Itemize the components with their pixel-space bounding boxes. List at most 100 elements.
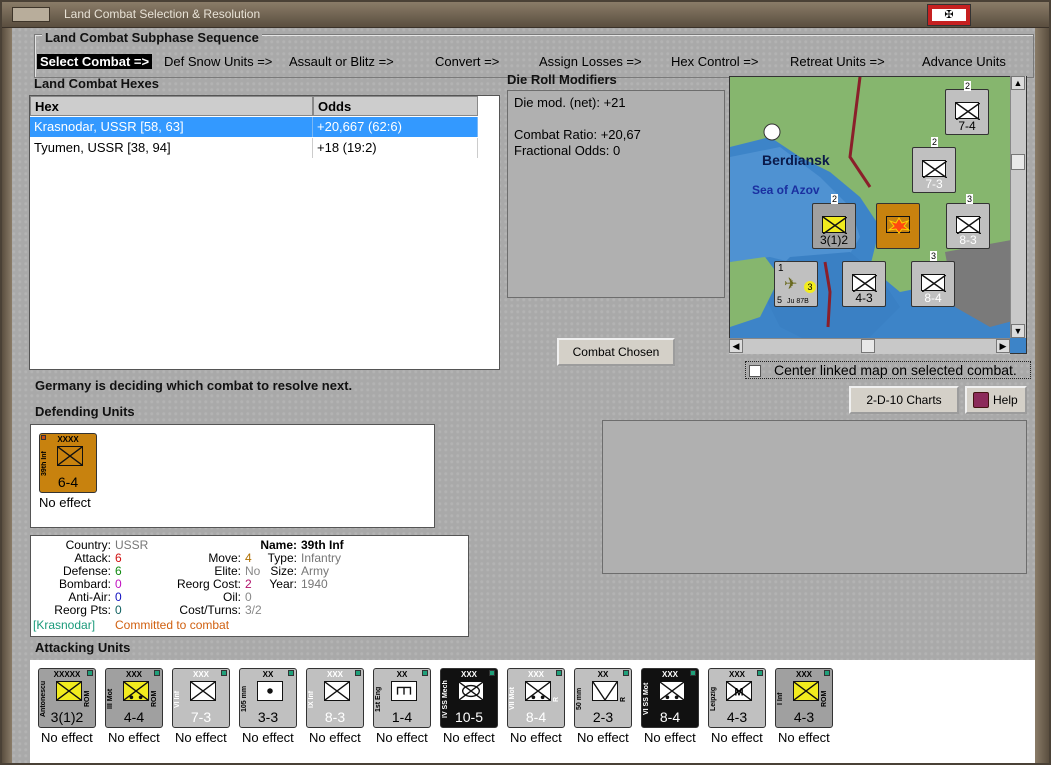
yellow-icon xyxy=(56,681,82,701)
step-hex-control[interactable]: Hex Control => xyxy=(671,54,758,69)
step-select-combat[interactable]: Select Combat => xyxy=(37,54,153,69)
odds-cell: +18 (19:2) xyxy=(313,138,478,158)
charts-button[interactable]: 2-D-10 Charts xyxy=(849,386,959,414)
unit-detail-panel: Country: USSR Attack: 6 Defense: 6 Bomba… xyxy=(30,535,469,637)
checkbox-icon[interactable] xyxy=(749,365,761,377)
map-city-label: Berdiansk xyxy=(762,152,830,168)
content-area: Land Combat Subphase Sequence Select Com… xyxy=(12,28,1035,763)
unit-symbol-icon xyxy=(852,274,878,293)
attacking-unit-counter[interactable]: XXX IX Inf 8-3 xyxy=(306,668,364,728)
help-button[interactable]: Help xyxy=(965,386,1027,414)
defending-unit-counter[interactable]: XXXX 39th Inf 6-4 xyxy=(39,433,97,493)
unit-effect: No effect xyxy=(376,730,428,745)
step-retreat-units[interactable]: Retreat Units => xyxy=(790,54,885,69)
step-advance-units[interactable]: Advance Units xyxy=(922,54,1006,69)
table-row[interactable]: Krasnodar, USSR [58, 63] +20,667 (62:6) xyxy=(30,117,478,137)
unit-strength: 10-5 xyxy=(454,709,484,725)
step-convert[interactable]: Convert => xyxy=(435,54,499,69)
unit-strength: 6-4 xyxy=(57,474,79,490)
map-counter[interactable]: 7-4 xyxy=(945,89,989,135)
elite-label: Elite: xyxy=(214,564,241,578)
inf-icon xyxy=(324,681,350,701)
scroll-up-icon[interactable]: ▲ xyxy=(1011,76,1025,90)
column-header-hex[interactable]: Hex xyxy=(30,96,313,116)
unit-level: XXX xyxy=(125,670,142,679)
yellow-mot-icon xyxy=(123,681,149,701)
attacking-unit-counter[interactable]: XXX VII Mot R 8-4 xyxy=(507,668,565,728)
step-assign-losses[interactable]: Assign Losses => xyxy=(539,54,642,69)
name-value: 39th Inf xyxy=(301,538,344,552)
move-label: Move: xyxy=(208,551,241,565)
attacking-unit-counter[interactable]: XXX IV SS Mech 10-5 xyxy=(440,668,498,728)
scroll-thumb[interactable] xyxy=(1011,154,1025,170)
type-value: Infantry xyxy=(301,551,342,565)
odds-cell: +20,667 (62:6) xyxy=(313,117,478,137)
attacking-units-panel: XXXXX Antonescu ROM 3(1)2 No effect XXX III Mo… xyxy=(30,660,1035,763)
scroll-thumb[interactable] xyxy=(861,339,875,353)
attacking-unit-counter[interactable]: XX 50 mm R 2-3 xyxy=(574,668,632,728)
bombard-label: Bombard: xyxy=(58,577,111,591)
scroll-right-icon[interactable]: ▶ xyxy=(996,339,1010,353)
german-flag-icon: ✠ xyxy=(927,4,971,26)
scroll-down-icon[interactable]: ▼ xyxy=(1011,324,1025,338)
map-counter[interactable]: 4-3 xyxy=(842,261,886,307)
map-sea-label: Sea of Azov xyxy=(752,183,820,197)
reorg-pts-value: 0 xyxy=(115,603,122,617)
unit-level: XXX xyxy=(728,670,745,679)
inf-icon xyxy=(190,681,216,701)
country-label: Country: xyxy=(65,538,111,552)
unit-level: XXXX xyxy=(57,435,79,444)
map-counter-value: 7-3 xyxy=(925,177,943,191)
scroll-left-icon[interactable]: ◀ xyxy=(729,339,743,353)
attacking-unit-counter[interactable]: XXX III Mot ROM 4-4 xyxy=(105,668,163,728)
attacking-unit-counter[interactable]: XXX Leipzig M 4-3 xyxy=(708,668,766,728)
result-panel xyxy=(602,420,1027,574)
combat-hexes-table[interactable]: Hex Odds Krasnodar, USSR [58, 63] +20,66… xyxy=(29,95,500,370)
center-map-checkbox[interactable]: Center linked map on selected combat. xyxy=(745,361,1031,379)
attacking-unit-counter[interactable]: XXX VI Inf 7-3 xyxy=(172,668,230,728)
map-horizontal-scrollbar[interactable]: ◀ ▶ xyxy=(729,338,1010,354)
unit-effect: No effect xyxy=(108,730,160,745)
size-value: Army xyxy=(301,564,329,578)
combat-chosen-button[interactable]: Combat Chosen xyxy=(557,338,675,366)
unit-effect: No effect xyxy=(778,730,830,745)
combat-hexes-title: Land Combat Hexes xyxy=(34,76,159,91)
unit-level: XXX xyxy=(527,670,544,679)
attacking-unit-counter[interactable]: XX 105 mm 3-3 xyxy=(239,668,297,728)
help-label: Help xyxy=(993,393,1018,407)
unit-level: XX xyxy=(597,670,609,679)
unit-symbol-icon xyxy=(955,102,981,121)
stack-count: 3 xyxy=(966,194,974,204)
map-counter[interactable]: 3(1)2 xyxy=(812,203,856,249)
attacking-unit-counter[interactable]: XXX VI SS Mot 8-4 xyxy=(641,668,699,728)
title-bar[interactable]: Land Combat Selection & Resolution ✠ xyxy=(2,2,1049,28)
stack-count: 2 xyxy=(931,137,939,147)
map-counter[interactable]: 8-3 xyxy=(946,203,990,249)
system-menu-button[interactable] xyxy=(12,7,50,22)
table-row[interactable]: Tyumen, USSR [38, 94] +18 (19:2) xyxy=(30,138,478,158)
defending-units-panel: XXXX 39th Inf 6-4 No effect xyxy=(30,424,435,528)
unit-level: XXX xyxy=(460,670,477,679)
unit-effect: No effect xyxy=(644,730,696,745)
attacking-unit-counter[interactable]: XXX I Inf ROM 4-3 xyxy=(775,668,833,728)
type-label: Type: xyxy=(267,551,297,565)
attacking-unit-counter[interactable]: XXXXX Antonescu ROM 3(1)2 xyxy=(38,668,96,728)
step-def-snow-units[interactable]: Def Snow Units => xyxy=(164,54,272,69)
eng-icon xyxy=(391,681,417,701)
combat-window: Land Combat Selection & Resolution ✠ Lan… xyxy=(0,0,1051,765)
map-counter[interactable]: 7-3 xyxy=(912,147,956,193)
map-counter[interactable]: 8-4 xyxy=(911,261,955,307)
unit-symbol-icon xyxy=(956,216,982,235)
unit-level: XX xyxy=(262,670,274,679)
antiair-label: Anti-Air: xyxy=(68,590,111,604)
map-air-unit[interactable]: 1 ✈ 3 5 Ju 87B xyxy=(774,261,818,307)
linked-map[interactable]: Berdiansk Sea of Azov 7-4 7-3 3(1)2 8-3 xyxy=(729,76,1027,354)
unit-symbol-icon xyxy=(921,274,947,293)
yellow-icon xyxy=(793,681,819,701)
unit-strength: 2-3 xyxy=(592,709,614,725)
column-header-odds[interactable]: Odds xyxy=(313,96,478,116)
step-assault-or-blitz[interactable]: Assault or Blitz => xyxy=(289,54,394,69)
map-vertical-scrollbar[interactable]: ▲ ▼ xyxy=(1010,76,1026,338)
attacking-unit-counter[interactable]: XX 1st Eng 1-4 xyxy=(373,668,431,728)
map-counter-combat[interactable] xyxy=(876,203,920,249)
